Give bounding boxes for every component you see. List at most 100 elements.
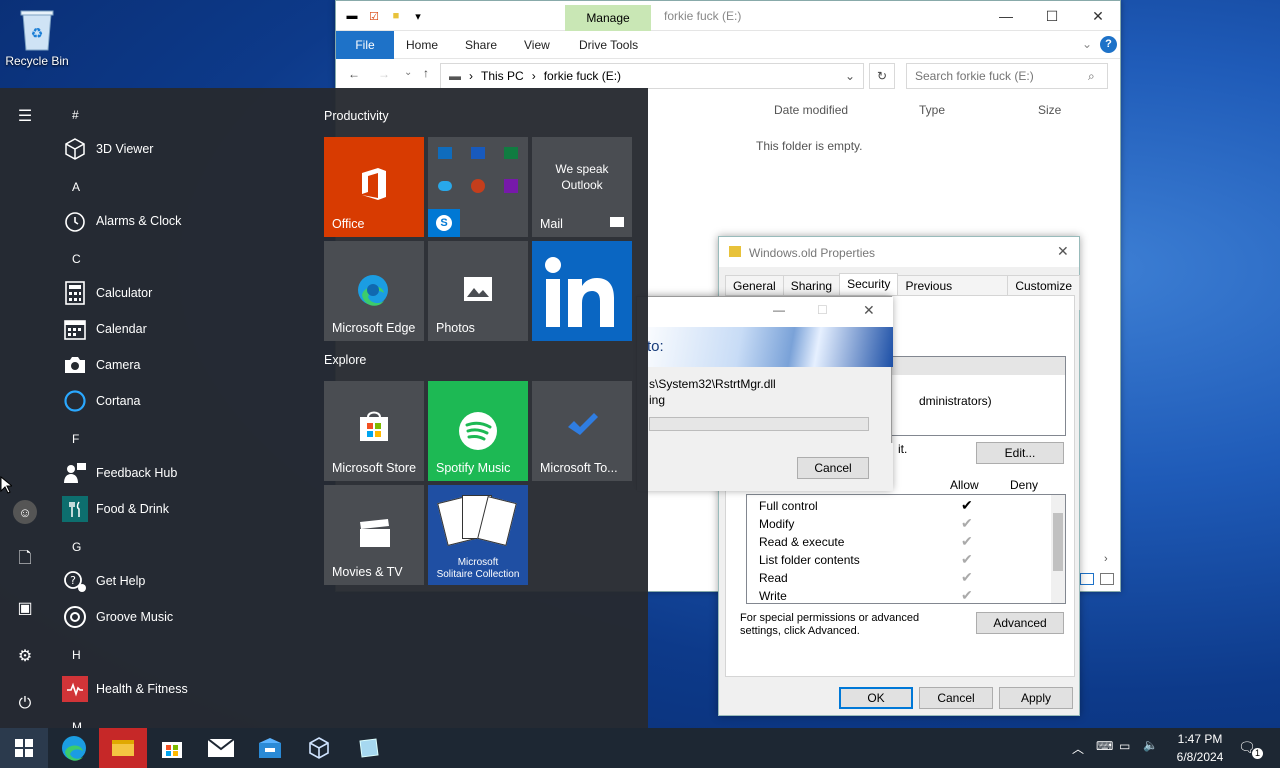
column-size[interactable]: Size	[1038, 103, 1061, 117]
tile-microsoft-store[interactable]: Microsoft Store	[324, 381, 424, 481]
app-letter-header[interactable]: C	[72, 252, 81, 266]
clock-time[interactable]: 1:47 PM	[1172, 732, 1228, 746]
tile-spotify[interactable]: Spotify Music	[428, 381, 528, 481]
tile-label: Microsoft To...	[540, 461, 618, 475]
ok-button[interactable]: OK	[839, 687, 913, 709]
documents-icon[interactable]: 🗋	[13, 548, 37, 572]
start-button[interactable]	[0, 728, 48, 768]
taskbar-store[interactable]	[148, 728, 196, 768]
large-icons-view-icon[interactable]	[1100, 573, 1114, 585]
refresh-icon[interactable]: ↻	[869, 63, 895, 89]
app-letter-header[interactable]: H	[72, 648, 81, 662]
tile-microsoft-todo[interactable]: Microsoft To...	[532, 381, 632, 481]
tile-office-apps-folder[interactable]: S	[428, 137, 528, 237]
details-view-icon[interactable]	[1080, 573, 1094, 585]
copy-close-button[interactable]: ✕	[863, 302, 875, 319]
tile-mail[interactable]: We speak Outlook Mail	[532, 137, 632, 237]
group-explore[interactable]: Explore	[324, 353, 366, 367]
app-food-drink[interactable]: Food & Drink	[62, 491, 169, 527]
properties-icon[interactable]: ☑	[366, 8, 382, 24]
maximize-button[interactable]: ☐	[1029, 1, 1075, 31]
scroll-right-icon[interactable]: ›	[1104, 553, 1108, 565]
search-input[interactable]	[906, 63, 1108, 89]
taskbar-edge[interactable]	[50, 728, 98, 768]
column-type[interactable]: Type	[919, 103, 945, 117]
pictures-icon[interactable]: ▣	[13, 596, 37, 620]
app-letter-header[interactable]: M	[72, 720, 82, 728]
app-health-fitness[interactable]: Health & Fitness	[62, 671, 188, 707]
settings-gear-icon[interactable]: ⚙	[13, 644, 37, 668]
help-icon[interactable]: ?	[1100, 36, 1117, 53]
forward-icon[interactable]: →	[378, 67, 390, 81]
cancel-button[interactable]: Cancel	[919, 687, 993, 709]
app-camera[interactable]: Camera	[62, 347, 140, 383]
app-letter-header[interactable]: F	[72, 432, 79, 446]
column-date-modified[interactable]: Date modified	[774, 103, 848, 117]
manage-tab[interactable]: Manage	[565, 5, 651, 31]
perm-scrollbar[interactable]	[1051, 495, 1065, 603]
app-label: Calculator	[96, 286, 153, 300]
tab-drive-tools[interactable]: Drive Tools	[579, 31, 638, 59]
tab-share[interactable]: Share	[465, 31, 497, 59]
user-account-icon[interactable]: ☺	[13, 500, 37, 524]
show-hidden-icons-icon[interactable]: ︿	[1072, 740, 1084, 757]
tray-device-icon[interactable]: ⌨	[1096, 739, 1113, 753]
tile-photos[interactable]: Photos	[428, 241, 528, 341]
address-dropdown-icon[interactable]: ⌄	[845, 69, 855, 83]
permissions-list[interactable]: Full control ✔ Modify ✔ Read & execute ✔…	[746, 494, 1066, 604]
tile-linkedin[interactable]	[532, 241, 632, 341]
tile-microsoft-edge[interactable]: Microsoft Edge	[324, 241, 424, 341]
tile-office[interactable]: Office	[324, 137, 424, 237]
outlook-icon	[438, 147, 452, 159]
app-letter-header[interactable]: A	[72, 180, 80, 194]
app-groove-music[interactable]: Groove Music	[62, 599, 173, 635]
clock-date[interactable]: 6/8/2024	[1170, 750, 1230, 764]
app-calendar[interactable]: Calendar	[62, 311, 147, 347]
new-folder-icon[interactable]: ■	[388, 8, 404, 24]
power-icon[interactable]: ⏻	[13, 692, 37, 716]
copy-maximize-button[interactable]: ☐	[817, 303, 828, 317]
taskbar-file-explorer[interactable]	[99, 728, 147, 768]
tab-home[interactable]: Home	[406, 31, 438, 59]
taskbar-app[interactable]	[246, 728, 294, 768]
up-icon[interactable]: ↑	[423, 66, 429, 80]
tile-solitaire[interactable]: Microsoft Solitaire Collection	[428, 485, 528, 585]
desktop-recycle-bin[interactable]: ♻ Recycle Bin	[4, 6, 70, 76]
app-calculator[interactable]: Calculator	[62, 275, 152, 311]
app-label: Cortana	[96, 394, 141, 408]
back-icon[interactable]: ←	[348, 67, 360, 81]
windows-logo-icon	[15, 739, 33, 757]
app-get-help[interactable]: ? Get Help	[62, 563, 145, 599]
taskbar-3d-viewer[interactable]	[295, 728, 343, 768]
recent-dropdown-icon[interactable]: ⌄	[404, 67, 412, 78]
taskbar-app-2[interactable]	[344, 728, 392, 768]
minimize-button[interactable]: —	[983, 1, 1029, 31]
edit-button[interactable]: Edit...	[976, 442, 1064, 464]
hamburger-menu-icon[interactable]: ☰	[13, 104, 37, 128]
tile-movies-tv[interactable]: Movies & TV	[324, 485, 424, 585]
ribbon-expand-icon[interactable]: ⌄	[1082, 37, 1092, 51]
volume-icon[interactable]: 🔈	[1143, 738, 1158, 752]
app-alarms-clock[interactable]: Alarms & Clock	[62, 203, 181, 239]
properties-close-button[interactable]: ✕	[1057, 243, 1069, 260]
app-feedback-hub[interactable]: Feedback Hub	[62, 455, 177, 491]
group-productivity[interactable]: Productivity	[324, 109, 389, 123]
app-letter-header[interactable]: #	[72, 108, 79, 122]
taskbar-mail[interactable]	[197, 728, 245, 768]
perm-scroll-thumb[interactable]	[1053, 513, 1063, 571]
apply-button[interactable]: Apply	[999, 687, 1073, 709]
app-cortana[interactable]: Cortana	[62, 383, 140, 419]
tab-view[interactable]: View	[524, 31, 550, 59]
breadcrumb-this-pc[interactable]: This PC	[481, 69, 524, 83]
advanced-button[interactable]: Advanced	[976, 612, 1064, 634]
close-button[interactable]: ✕	[1075, 1, 1121, 31]
app-letter-header[interactable]: G	[72, 540, 81, 554]
breadcrumb-current[interactable]: forkie fuck (E:)	[544, 69, 621, 83]
app-3d-viewer[interactable]: 3D Viewer	[62, 131, 153, 167]
copy-minimize-button[interactable]: —	[773, 303, 785, 317]
copy-cancel-button[interactable]: Cancel	[797, 457, 869, 479]
network-icon[interactable]: ▭	[1119, 739, 1130, 753]
tab-file[interactable]: File	[336, 31, 394, 59]
address-bar[interactable]: ▬ › This PC › forkie fuck (E:) ⌄	[440, 63, 864, 89]
qat-dropdown-icon[interactable]: ▾	[410, 8, 426, 24]
